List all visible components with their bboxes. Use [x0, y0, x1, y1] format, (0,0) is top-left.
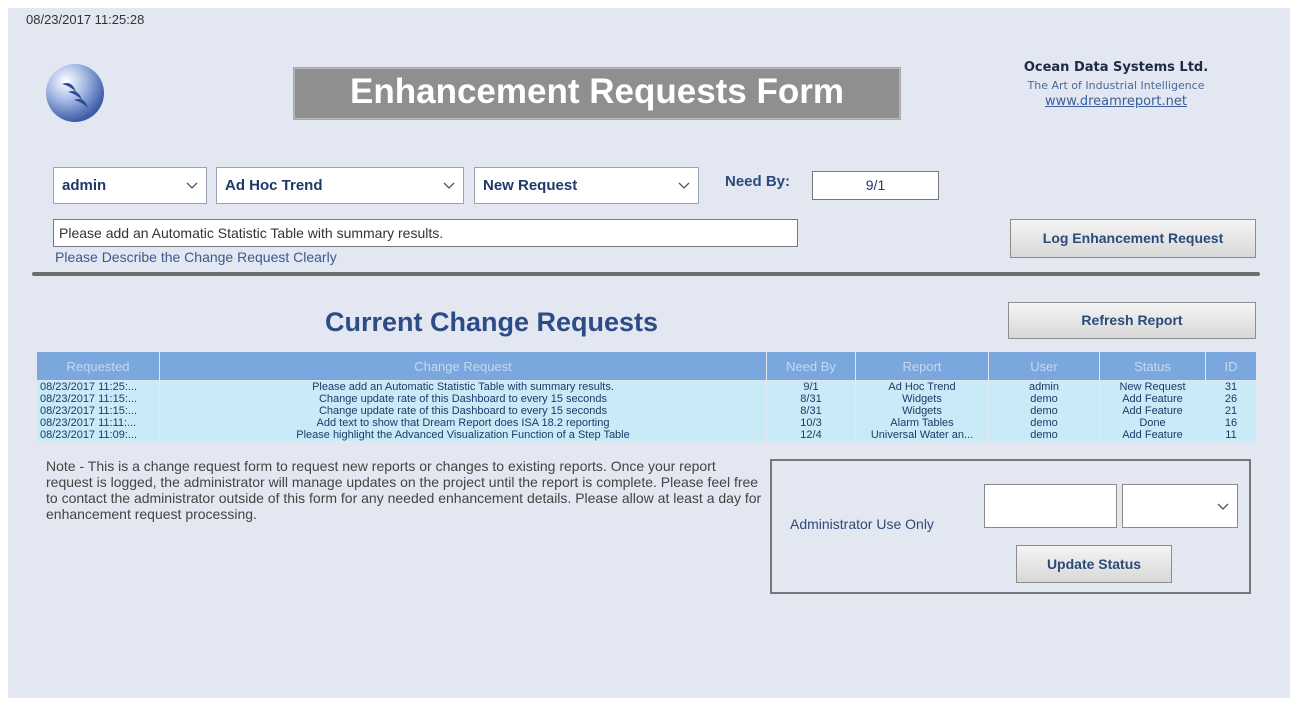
column-header-requested[interactable]: Requested	[36, 351, 160, 381]
request-type-select[interactable]: New Request	[474, 167, 699, 204]
cell-user: demo	[988, 417, 1100, 429]
cell-id: 21	[1205, 405, 1257, 417]
cell-status: Add Feature	[1099, 405, 1206, 417]
log-request-button[interactable]: Log Enhancement Request	[1010, 219, 1256, 258]
cell-id: 16	[1205, 417, 1257, 429]
admin-status-input[interactable]	[984, 484, 1117, 528]
admin-status-select[interactable]	[1122, 484, 1238, 528]
table-header-row: Requested Change Request Need By Report …	[36, 351, 1257, 381]
table-row[interactable]: 08/23/2017 11:11:... Add text to show th…	[36, 417, 1257, 429]
need-by-label: Need By:	[725, 173, 791, 190]
cell-change-request: Change update rate of this Dashboard to …	[159, 405, 767, 417]
section-title: Current Change Requests	[325, 307, 659, 337]
cell-user: demo	[988, 393, 1100, 405]
cell-id: 26	[1205, 393, 1257, 405]
chevron-down-icon	[186, 182, 198, 189]
table-row[interactable]: 08/23/2017 11:15:... Change update rate …	[36, 405, 1257, 417]
chevron-down-icon	[678, 182, 690, 189]
cell-report: Widgets	[855, 393, 989, 405]
table-row[interactable]: 08/23/2017 11:15:... Change update rate …	[36, 393, 1257, 405]
column-header-need-by[interactable]: Need By	[766, 351, 856, 381]
cell-need-by: 8/31	[766, 393, 856, 405]
cell-change-request: Change update rate of this Dashboard to …	[159, 393, 767, 405]
column-header-change-request[interactable]: Change Request	[159, 351, 767, 381]
cell-id: 11	[1205, 429, 1257, 441]
report-select-value: Ad Hoc Trend	[225, 177, 323, 194]
cell-need-by: 12/4	[766, 429, 856, 441]
cell-user: demo	[988, 429, 1100, 441]
update-status-button[interactable]: Update Status	[1016, 545, 1172, 583]
timestamp: 08/23/2017 11:25:28	[26, 12, 145, 27]
section-divider	[32, 272, 1260, 276]
description-hint: Please Describe the Change Request Clear…	[55, 249, 337, 265]
cell-status: Add Feature	[1099, 429, 1206, 441]
chevron-down-icon	[1217, 503, 1229, 510]
cell-change-request: Please highlight the Advanced Visualizat…	[159, 429, 767, 441]
cell-report: Alarm Tables	[855, 417, 989, 429]
cell-need-by: 8/31	[766, 405, 856, 417]
column-header-report[interactable]: Report	[855, 351, 989, 381]
cell-requested: 08/23/2017 11:09:...	[36, 429, 160, 441]
company-url-link[interactable]: www.dreamreport.net	[986, 94, 1246, 109]
description-input[interactable]: Please add an Automatic Statistic Table …	[53, 219, 798, 247]
cell-report: Universal Water an...	[855, 429, 989, 441]
column-header-status[interactable]: Status	[1099, 351, 1206, 381]
cell-requested: 08/23/2017 11:25:...	[36, 380, 160, 393]
cell-report: Ad Hoc Trend	[855, 380, 989, 393]
cell-requested: 08/23/2017 11:11:...	[36, 417, 160, 429]
column-header-user[interactable]: User	[988, 351, 1100, 381]
request-type-select-value: New Request	[483, 177, 578, 194]
cell-change-request: Please add an Automatic Statistic Table …	[159, 380, 767, 393]
report-select[interactable]: Ad Hoc Trend	[216, 167, 464, 204]
user-select-value: admin	[62, 177, 107, 194]
chevron-down-icon	[443, 182, 455, 189]
cell-report: Widgets	[855, 405, 989, 417]
cell-status: Add Feature	[1099, 393, 1206, 405]
cell-user: admin	[988, 380, 1100, 393]
cell-change-request: Add text to show that Dream Report does …	[159, 417, 767, 429]
cell-need-by: 9/1	[766, 380, 856, 393]
requests-table: Requested Change Request Need By Report …	[36, 351, 1257, 441]
cell-status: Done	[1099, 417, 1206, 429]
cell-user: demo	[988, 405, 1100, 417]
instructions-note: Note - This is a change request form to …	[46, 458, 762, 522]
company-tagline: The Art of Industrial Intelligence	[1027, 79, 1205, 92]
refresh-report-button[interactable]: Refresh Report	[1008, 302, 1256, 339]
cell-requested: 08/23/2017 11:15:...	[36, 393, 160, 405]
table-row[interactable]: 08/23/2017 11:25:... Please add an Autom…	[36, 380, 1257, 393]
company-logo-icon	[46, 64, 104, 122]
admin-label: Administrator Use Only	[790, 516, 934, 532]
cell-status: New Request	[1099, 380, 1206, 393]
user-select[interactable]: admin	[53, 167, 207, 204]
company-info: Ocean Data Systems Ltd. The Art of Indus…	[986, 60, 1246, 109]
cell-requested: 08/23/2017 11:15:...	[36, 405, 160, 417]
page-title: Enhancement Requests Form	[293, 67, 901, 120]
cell-id: 31	[1205, 380, 1257, 393]
column-header-id[interactable]: ID	[1205, 351, 1257, 381]
company-name: Ocean Data Systems Ltd.	[1023, 60, 1209, 75]
cell-need-by: 10/3	[766, 417, 856, 429]
table-row[interactable]: 08/23/2017 11:09:... Please highlight th…	[36, 429, 1257, 441]
need-by-input[interactable]: 9/1	[812, 171, 939, 200]
